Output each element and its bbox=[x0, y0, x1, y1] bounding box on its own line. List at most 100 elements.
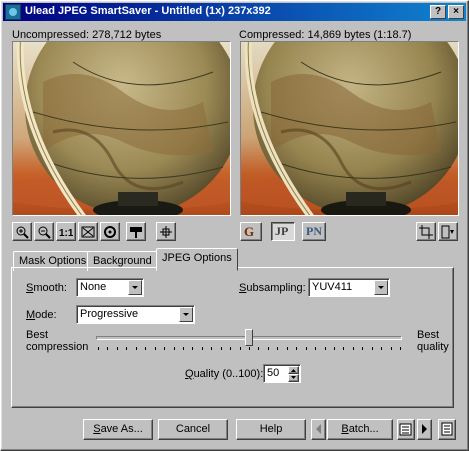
slider-tick bbox=[126, 347, 127, 350]
slider-tick bbox=[306, 347, 307, 350]
image-size-icon bbox=[441, 225, 454, 239]
zoom-in-button[interactable] bbox=[12, 222, 32, 241]
batch-next-button[interactable] bbox=[417, 419, 432, 440]
batch-label: Batch... bbox=[341, 423, 379, 435]
actual-size-icon: 1:1 bbox=[59, 228, 73, 239]
smooth-value: None bbox=[80, 281, 107, 293]
crop-button[interactable] bbox=[416, 222, 436, 241]
batch-previous-button[interactable] bbox=[311, 419, 326, 440]
best-quality-label-line2: quality bbox=[417, 341, 449, 353]
arrow-right-icon bbox=[422, 424, 427, 434]
subsampling-dropdown[interactable]: YUV411 bbox=[308, 278, 390, 297]
pan-icon bbox=[160, 226, 172, 238]
jpeg-format-button[interactable]: JP bbox=[271, 222, 295, 241]
chevron-down-icon bbox=[291, 376, 296, 379]
pan-button[interactable] bbox=[156, 222, 176, 241]
slider-tick bbox=[343, 347, 344, 350]
save-as-button[interactable]: Save As... bbox=[83, 419, 153, 440]
slider-tick bbox=[268, 347, 269, 350]
smartsaver-window: Ulead JPEG SmartSaver - Untitled (1x) 23… bbox=[0, 0, 469, 451]
fit-window-icon bbox=[81, 226, 95, 238]
subsampling-label: Subsampling: bbox=[239, 282, 306, 294]
slider-tick bbox=[117, 347, 118, 350]
slider-tick bbox=[183, 347, 184, 350]
split-view-icon bbox=[130, 227, 142, 238]
slider-tick bbox=[136, 347, 137, 350]
chevron-down-icon[interactable] bbox=[128, 280, 142, 295]
slider-tick bbox=[192, 347, 193, 350]
cancel-button[interactable]: Cancel bbox=[158, 419, 228, 440]
quality-slider-thumb[interactable] bbox=[245, 329, 253, 346]
slider-tick bbox=[230, 347, 231, 350]
slider-tick bbox=[164, 347, 165, 350]
slider-tick bbox=[98, 347, 99, 350]
png-icon: PN bbox=[306, 224, 322, 238]
mode-value: Progressive bbox=[80, 308, 139, 320]
best-quality-label-line1: Best bbox=[417, 329, 440, 341]
fit-window-button[interactable] bbox=[78, 222, 98, 241]
slider-tick bbox=[315, 347, 316, 350]
actual-size-button[interactable]: 1:1 bbox=[56, 222, 76, 241]
help-button[interactable]: Help bbox=[236, 419, 306, 440]
best-compression-label-line1: Best bbox=[26, 329, 49, 341]
globe-image-compressed bbox=[241, 42, 458, 215]
arrow-left-icon bbox=[316, 424, 321, 434]
help-title-button[interactable]: ? bbox=[430, 5, 446, 19]
title-bar[interactable]: Ulead JPEG SmartSaver - Untitled (1x) 23… bbox=[3, 3, 466, 21]
chevron-down-icon[interactable] bbox=[179, 307, 193, 322]
crop-icon bbox=[419, 225, 433, 239]
close-button[interactable]: × bbox=[448, 5, 464, 19]
slider-tick bbox=[240, 347, 241, 350]
quality-input[interactable]: 50 bbox=[263, 364, 301, 383]
quality-down-button[interactable] bbox=[288, 374, 299, 382]
best-compression-label-line2: compression bbox=[26, 341, 89, 353]
smooth-dropdown[interactable]: None bbox=[76, 278, 144, 297]
gif-format-button[interactable]: G bbox=[240, 222, 262, 241]
slider-tick bbox=[362, 347, 363, 350]
slider-tick bbox=[249, 347, 250, 350]
slider-tick bbox=[381, 347, 382, 350]
compressed-size-label: Compressed: 14,869 bytes (1:18.7) bbox=[239, 29, 412, 41]
quality-up-button[interactable] bbox=[288, 366, 299, 374]
smooth-label: Smooth: bbox=[26, 282, 67, 294]
slider-tick bbox=[221, 347, 222, 350]
tab-jpeg-options[interactable]: JPEG Options bbox=[156, 248, 238, 271]
batch-list-button[interactable] bbox=[397, 419, 415, 440]
slider-tick bbox=[287, 347, 288, 350]
split-view-button[interactable] bbox=[126, 222, 146, 241]
preview-settings-button[interactable] bbox=[100, 222, 120, 241]
compressed-preview[interactable] bbox=[240, 41, 459, 216]
png-format-button[interactable]: PN bbox=[302, 222, 326, 241]
svg-text:1:1: 1:1 bbox=[59, 228, 73, 239]
mode-label: Mode: bbox=[26, 309, 57, 321]
notes-button[interactable] bbox=[438, 419, 456, 440]
chevron-up-icon bbox=[291, 369, 296, 372]
mode-dropdown[interactable]: Progressive bbox=[76, 305, 195, 324]
gif-icon: G bbox=[244, 224, 255, 239]
slider-tick bbox=[391, 347, 392, 350]
slider-tick bbox=[334, 347, 335, 350]
app-icon bbox=[5, 4, 21, 20]
zoom-out-button[interactable] bbox=[34, 222, 54, 241]
slider-tick bbox=[145, 347, 146, 350]
jpeg-icon: JP bbox=[275, 224, 289, 238]
batch-button[interactable]: Batch... bbox=[327, 419, 393, 440]
slider-tick bbox=[155, 347, 156, 350]
slider-tick bbox=[174, 347, 175, 350]
gear-icon bbox=[104, 226, 116, 238]
batch-list-icon bbox=[399, 423, 412, 436]
quality-value: 50 bbox=[267, 367, 280, 379]
globe-image bbox=[13, 42, 230, 215]
quality-label: Quality (0..100): bbox=[185, 368, 264, 380]
slider-tick bbox=[296, 347, 297, 350]
slider-tick bbox=[372, 347, 373, 350]
zoom-in-icon bbox=[16, 226, 29, 239]
chevron-down-icon[interactable] bbox=[374, 280, 388, 295]
slider-tick bbox=[353, 347, 354, 350]
image-size-button[interactable] bbox=[438, 222, 458, 241]
slider-tick bbox=[202, 347, 203, 350]
save-as-label: Save As... bbox=[93, 423, 143, 435]
document-icon bbox=[441, 422, 453, 436]
original-preview[interactable] bbox=[12, 41, 231, 216]
zoom-out-icon bbox=[38, 226, 51, 239]
